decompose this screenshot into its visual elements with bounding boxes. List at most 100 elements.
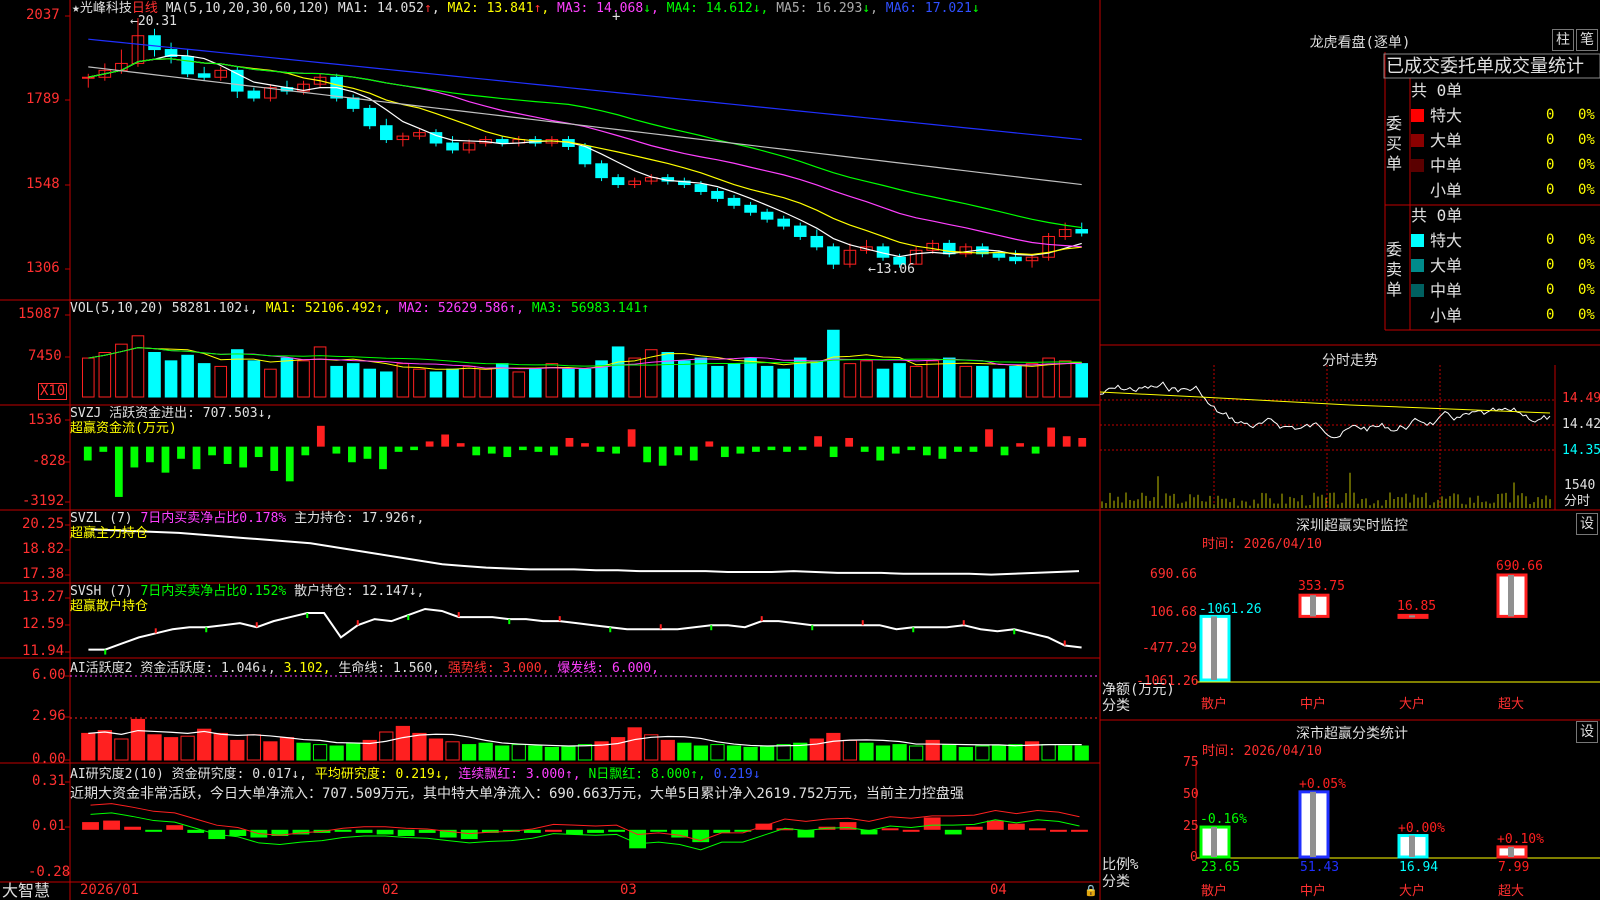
- volume-bar: [131, 335, 145, 398]
- vol-value: 58281.102↓: [171, 301, 251, 316]
- fund-flow-bar: [845, 437, 854, 447]
- intraday-price-tick: 14.49: [1562, 391, 1600, 406]
- tab-volume-stats[interactable]: 成交量统计: [1494, 56, 1584, 77]
- activity-bar: [544, 746, 560, 761]
- fund-flow-bar: [114, 446, 123, 497]
- crosshair-icon: +: [612, 9, 621, 25]
- volume-bar: [247, 360, 261, 398]
- chart-header: ★光峰科技日线 MA(5,10,20,30,60,120) MA1: 14.05…: [72, 1, 980, 16]
- fund-flow-bar: [518, 446, 527, 451]
- research-bar: [523, 829, 541, 833]
- volume-bar: [876, 368, 890, 398]
- svzl-subtitle: 超赢主力持仓: [70, 526, 149, 541]
- volume-bar: [678, 360, 691, 398]
- order-percent: 0%: [1578, 107, 1595, 123]
- sz-monitor-settings-button[interactable]: 设: [1576, 513, 1598, 535]
- fund-flow-bar: [472, 446, 481, 456]
- svzl-axis-tick: 20.25: [22, 516, 65, 532]
- candle-body: [380, 125, 393, 141]
- research-bar: [986, 820, 1004, 830]
- order-percent: 0%: [1578, 282, 1595, 298]
- activity-bar: [760, 745, 775, 761]
- vol-unit-badge[interactable]: X10: [38, 383, 68, 400]
- stock-name[interactable]: 光峰科技: [80, 1, 132, 16]
- volume-bar: [777, 368, 790, 398]
- position-tick: [205, 627, 208, 633]
- order-percent: 0%: [1578, 257, 1595, 273]
- activity-bar: [147, 734, 162, 761]
- trade-view-button[interactable]: 笔: [1576, 29, 1598, 51]
- fund-flow-bar: [503, 446, 512, 458]
- research-bar: [145, 829, 163, 832]
- order-row: 大单: [1411, 131, 1462, 151]
- position-tick: [508, 619, 511, 625]
- volume-bar: [313, 346, 327, 398]
- ai1-axis-tick: 6.00: [32, 667, 66, 683]
- order-size-label: 特大: [1430, 231, 1463, 250]
- volume-bar: [446, 368, 459, 398]
- fund-flow-bar: [814, 436, 822, 447]
- price-high-annotation: ←20.31: [130, 14, 177, 29]
- buy-orders-label: 委买单: [1386, 114, 1403, 173]
- svsh-subtitle: 超赢散户持仓: [70, 599, 149, 614]
- activity-bar: [660, 739, 675, 761]
- fund-flow-bar: [689, 446, 698, 461]
- vol-ma1: MA1: 52106.492↑: [265, 301, 384, 316]
- chart-canvas[interactable]: [0, 0, 1600, 900]
- activity-bar: [445, 741, 460, 761]
- order-size-label: 大单: [1430, 131, 1463, 150]
- sz-monitor-category-label: 中户: [1300, 697, 1327, 712]
- vol-label: VOL(5,10,20): [70, 301, 164, 316]
- position-tick: [861, 620, 864, 626]
- position-tick: [1013, 629, 1016, 635]
- arrow-down-icon: ↓: [862, 1, 871, 16]
- sz-stats-settings-button[interactable]: 设: [1576, 721, 1598, 743]
- sell-total: 共 0单: [1411, 206, 1463, 225]
- svsh-label: SVSH (7): [70, 584, 133, 599]
- fund-flow-bar: [316, 425, 325, 447]
- intraday-title: 分时走势: [1322, 353, 1378, 369]
- sz-stats-category-label: 散户: [1201, 884, 1228, 899]
- research-bar: [944, 829, 962, 835]
- candle-body: [810, 235, 824, 248]
- volume-bar: [529, 368, 542, 398]
- sz-monitor-time: 时间: 2026/04/10: [1202, 537, 1322, 552]
- fund-flow-bar: [487, 446, 496, 454]
- dragon-title: 龙虎看盘(逐单): [1309, 35, 1411, 51]
- fund-flow-bar: [177, 446, 185, 459]
- sz-stats-category-label: 大户: [1399, 884, 1426, 899]
- candle-body: [495, 139, 509, 144]
- order-count: 0: [1546, 132, 1555, 148]
- tab-executed[interactable]: 已成交: [1386, 56, 1440, 77]
- activity-bar: [710, 744, 725, 761]
- fund-flow-bar: [1031, 446, 1040, 454]
- price-axis-tick: 1789: [26, 91, 60, 107]
- volume-bar: [727, 363, 741, 398]
- volume-bar: [578, 368, 592, 398]
- star-icon[interactable]: ★: [72, 1, 80, 16]
- sz-monitor-bar-shade: [1211, 616, 1217, 680]
- volume-bar: [346, 363, 360, 398]
- vol-header: VOL(5,10,20) 58281.102↓, MA1: 52106.492↑…: [70, 301, 650, 316]
- activity-bar: [346, 742, 361, 761]
- tab-orders[interactable]: 委托单: [1440, 56, 1494, 77]
- ai2-research: 资金研究度: 0.017↓,: [171, 767, 308, 782]
- ai2-n-day-red: N日飘红: 8.000↑,: [588, 767, 706, 782]
- candle-body: [1009, 256, 1022, 262]
- ai2-average: 平均研究度: 0.219↓,: [314, 767, 451, 782]
- volume-bar: [1058, 360, 1072, 398]
- activity-bar: [826, 732, 841, 761]
- position-tick: [558, 616, 561, 622]
- column-view-button[interactable]: 柱: [1552, 29, 1574, 51]
- research-bar: [103, 820, 120, 830]
- activity-bar: [859, 742, 874, 761]
- svsh-axis-tick: 11.94: [22, 643, 65, 659]
- research-bar: [376, 829, 394, 835]
- svsh-axis-tick: 13.27: [22, 589, 65, 605]
- lock-icon[interactable]: 🔒: [1084, 883, 1098, 898]
- volume-bar: [363, 368, 377, 398]
- volume-bar: [214, 365, 228, 398]
- activity-bar: [329, 745, 344, 761]
- volume-bar: [926, 360, 940, 398]
- fund-flow-bar: [860, 446, 869, 452]
